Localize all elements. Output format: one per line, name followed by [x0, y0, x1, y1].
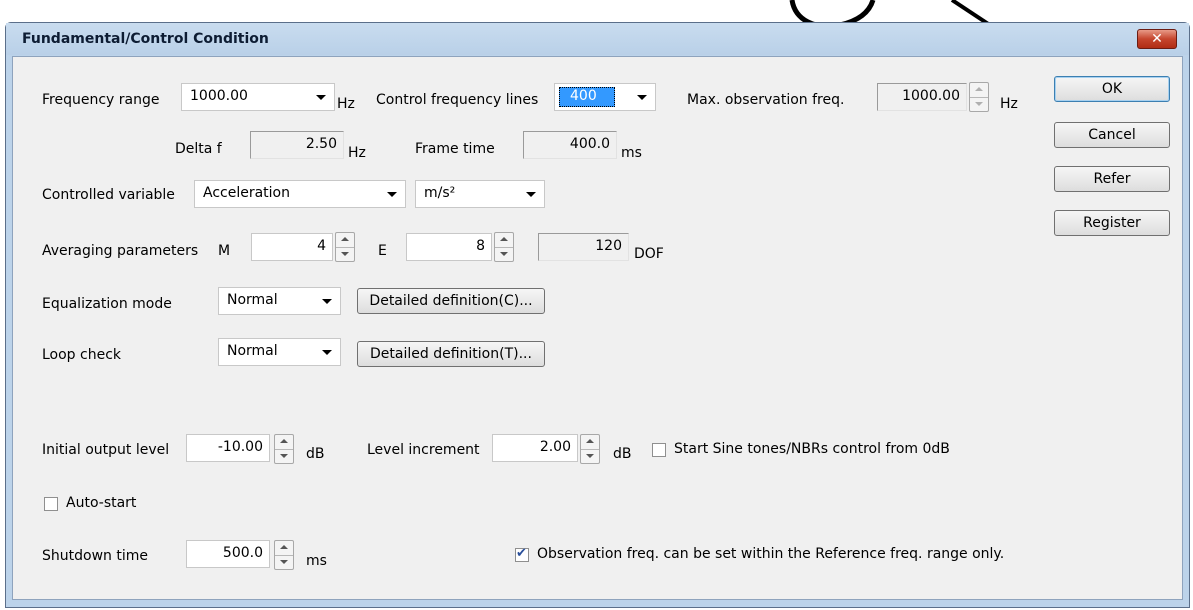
frequency-range-value: 1000.00 [190, 88, 248, 104]
loop-check-detail-button[interactable]: Detailed definition(T)... [357, 341, 545, 367]
max-observation-freq-value: 1000.00 [902, 88, 960, 104]
shutdown-time-label: Shutdown time [42, 548, 148, 564]
initial-output-level-spinner[interactable] [274, 434, 294, 464]
averaging-m-input[interactable]: 4 [251, 233, 333, 261]
equalization-detail-button[interactable]: Detailed definition(C)... [357, 288, 545, 314]
level-increment-input[interactable]: 2.00 [492, 434, 578, 462]
dof-value: 120 [595, 238, 622, 254]
spin-down-icon[interactable] [275, 449, 293, 463]
spin-up-icon[interactable] [581, 435, 599, 450]
spin-up-icon[interactable] [495, 233, 513, 248]
averaging-m-spinner[interactable] [335, 232, 355, 262]
spin-up-icon [970, 83, 988, 98]
chevron-down-icon [316, 95, 326, 100]
spin-up-icon[interactable] [336, 233, 354, 248]
shutdown-time-input[interactable]: 500.0 [186, 540, 270, 568]
register-button[interactable]: Register [1054, 210, 1170, 236]
shutdown-time-unit: ms [306, 553, 327, 569]
controlled-unit-value: m/s² [424, 185, 456, 201]
spin-down-icon[interactable] [495, 247, 513, 261]
delta-f-field: 2.50 [250, 131, 344, 159]
control-frequency-lines-value: 400 [570, 88, 597, 104]
initial-output-level-input[interactable]: -10.00 [186, 434, 270, 462]
level-increment-unit: dB [613, 446, 632, 462]
averaging-parameters-label: Averaging parameters [42, 243, 199, 259]
auto-start-checkbox[interactable] [44, 497, 58, 511]
initial-output-level-unit: dB [306, 446, 325, 462]
controlled-unit-dropdown[interactable]: m/s² [415, 180, 545, 208]
close-button[interactable]: ✕ [1137, 29, 1177, 49]
spin-down-icon [970, 97, 988, 111]
spin-up-icon[interactable] [275, 435, 293, 450]
delta-f-unit: Hz [348, 145, 366, 161]
frame-time-unit: ms [621, 145, 642, 161]
chevron-down-icon [322, 299, 332, 304]
spin-down-icon[interactable] [581, 449, 599, 463]
delta-f-value: 2.50 [305, 136, 337, 152]
dialog-title: Fundamental/Control Condition [22, 31, 269, 47]
controlled-variable-dropdown[interactable]: Acceleration [194, 180, 406, 208]
refer-button[interactable]: Refer [1054, 166, 1170, 192]
spin-up-icon[interactable] [275, 541, 293, 556]
frame-time-field: 400.0 [523, 131, 617, 159]
max-observation-freq-field: 1000.00 [877, 83, 967, 111]
shutdown-time-spinner[interactable] [274, 540, 294, 570]
chevron-down-icon [526, 192, 536, 197]
frame-time-value: 400.0 [569, 136, 610, 152]
dof-unit: DOF [634, 246, 664, 262]
observation-freq-checkbox[interactable] [515, 546, 529, 562]
chevron-down-icon [637, 95, 647, 100]
controlled-variable-value: Acceleration [203, 185, 290, 201]
frequency-range-label: Frequency range [42, 92, 160, 108]
auto-start-label: Auto-start [66, 495, 137, 511]
averaging-e-spinner[interactable] [494, 232, 514, 262]
averaging-m-label: M [218, 243, 231, 259]
controlled-variable-label: Controlled variable [42, 187, 175, 203]
loop-check-dropdown[interactable]: Normal [218, 338, 341, 366]
initial-output-level-value: -10.00 [217, 439, 263, 455]
shutdown-time-value: 500.0 [222, 545, 263, 561]
delta-f-label: Delta f [175, 141, 222, 157]
selected-highlight: 400 [559, 87, 615, 107]
cancel-button[interactable]: Cancel [1054, 122, 1170, 148]
equalization-mode-dropdown[interactable]: Normal [218, 287, 341, 315]
spin-down-icon[interactable] [336, 247, 354, 261]
control-frequency-lines-label: Control frequency lines [376, 92, 539, 108]
dof-field: 120 [538, 233, 629, 261]
observation-freq-label: Observation freq. can be set within the … [537, 546, 1005, 562]
level-increment-spinner[interactable] [580, 434, 600, 464]
loop-check-value: Normal [227, 343, 278, 359]
control-frequency-lines-dropdown[interactable]: 400 [554, 83, 656, 111]
initial-output-level-label: Initial output level [42, 442, 170, 458]
averaging-e-input[interactable]: 8 [406, 233, 492, 261]
equalization-mode-value: Normal [227, 292, 278, 308]
chevron-down-icon [387, 192, 397, 197]
start-sine-label: Start Sine tones/NBRs control from 0dB [674, 441, 950, 457]
level-increment-value: 2.00 [539, 439, 571, 455]
averaging-e-value: 8 [476, 238, 485, 254]
ok-button[interactable]: OK [1054, 76, 1170, 102]
start-sine-checkbox[interactable] [652, 443, 666, 457]
max-observation-freq-label: Max. observation freq. [687, 92, 845, 108]
frequency-range-unit: Hz [337, 96, 355, 112]
frame-time-label: Frame time [415, 141, 495, 157]
frequency-range-dropdown[interactable]: 1000.00 [181, 83, 335, 111]
max-observation-freq-spinner [969, 82, 989, 112]
max-observation-freq-unit: Hz [1000, 96, 1018, 112]
level-increment-label: Level increment [367, 442, 480, 458]
averaging-m-value: 4 [317, 238, 326, 254]
chevron-down-icon [322, 350, 332, 355]
averaging-e-label: E [378, 243, 387, 259]
equalization-mode-label: Equalization mode [42, 296, 172, 312]
loop-check-label: Loop check [42, 347, 122, 363]
spin-down-icon[interactable] [275, 555, 293, 569]
